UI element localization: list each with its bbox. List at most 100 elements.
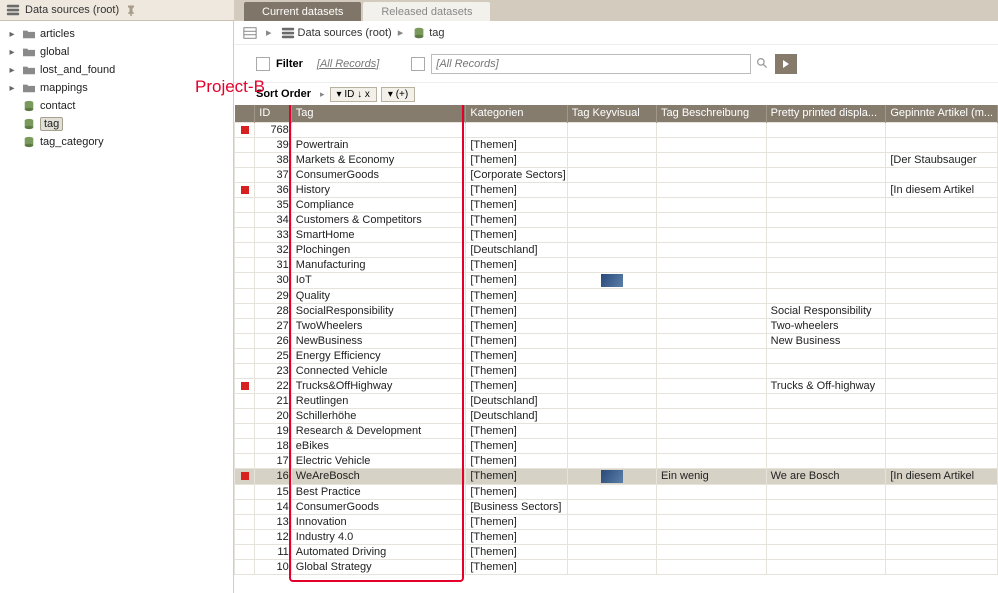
keyvisual-cell <box>567 559 656 574</box>
table-row[interactable]: 19Research & Development[Themen] <box>235 423 998 438</box>
table-row[interactable]: 38Markets & Economy[Themen][Der Staubsau… <box>235 152 998 167</box>
col-display[interactable]: Pretty printed displa... <box>766 105 886 122</box>
table-row[interactable]: 16WeAreBosch[Themen]Ein wenigWe are Bosc… <box>235 468 998 484</box>
tree-item-lost_and_found[interactable]: ▸lost_and_found <box>0 61 233 79</box>
display-cell <box>766 137 886 152</box>
tree-item-label: mappings <box>40 82 88 94</box>
expand-icon[interactable]: ▸ <box>6 65 18 76</box>
table-row[interactable]: 768 <box>235 122 998 137</box>
table-row[interactable]: 17Electric Vehicle[Themen] <box>235 453 998 468</box>
col-id[interactable]: ID <box>255 105 292 122</box>
keyvisual-cell <box>567 288 656 303</box>
id-cell: 39 <box>255 137 292 152</box>
table-row[interactable]: 14ConsumerGoods[Business Sectors] <box>235 499 998 514</box>
table-row[interactable]: 32Plochingen[Deutschland] <box>235 242 998 257</box>
table-row[interactable]: 23Connected Vehicle[Themen] <box>235 363 998 378</box>
search-go-button[interactable] <box>775 54 797 74</box>
table-row[interactable]: 18eBikes[Themen] <box>235 438 998 453</box>
table-row[interactable]: 11Automated Driving[Themen] <box>235 544 998 559</box>
tag-cell: Automated Driving <box>291 544 466 559</box>
table-row[interactable]: 27TwoWheelers[Themen]Two-wheelers <box>235 318 998 333</box>
col-beschreibung[interactable]: Tag Beschreibung <box>657 105 767 122</box>
id-cell: 16 <box>255 468 292 484</box>
tab-current-datasets[interactable]: Current datasets <box>244 2 361 21</box>
display-cell <box>766 499 886 514</box>
kategorien-cell: [Themen] <box>466 288 567 303</box>
table-row[interactable]: 21Reutlingen[Deutschland] <box>235 393 998 408</box>
table-row[interactable]: 10Global Strategy[Themen] <box>235 559 998 574</box>
tree-item-articles[interactable]: ▸ articles <box>0 25 233 43</box>
pinned-cell <box>886 348 998 363</box>
col-pinned[interactable]: Gepinnte Artikel (m... <box>886 105 998 122</box>
display-cell: Two-wheelers <box>766 318 886 333</box>
sort-add-button[interactable]: ▾ (+) <box>381 87 415 102</box>
display-cell <box>766 212 886 227</box>
kategorien-cell: [Themen] <box>466 272 567 288</box>
tree-item-global[interactable]: ▸global <box>0 43 233 61</box>
keyvisual-cell <box>567 363 656 378</box>
table-row[interactable]: 31Manufacturing[Themen] <box>235 257 998 272</box>
expand-icon[interactable]: ▸ <box>6 83 18 94</box>
table-row[interactable]: 26NewBusiness[Themen]New Business <box>235 333 998 348</box>
table-row[interactable]: 34Customers & Competitors[Themen] <box>235 212 998 227</box>
pinned-cell <box>886 378 998 393</box>
tag-cell: TwoWheelers <box>291 318 466 333</box>
search-checkbox[interactable] <box>411 57 425 71</box>
col-keyvisual[interactable]: Tag Keyvisual <box>567 105 656 122</box>
filter-all-records-link[interactable]: [All Records] <box>317 58 379 70</box>
keyvisual-cell <box>567 423 656 438</box>
pinned-cell <box>886 167 998 182</box>
table-row[interactable]: 22Trucks&OffHighway[Themen]Trucks & Off-… <box>235 378 998 393</box>
kategorien-cell: [Themen] <box>466 468 567 484</box>
col-kategorien[interactable]: Kategorien <box>466 105 567 122</box>
table-row[interactable]: 37ConsumerGoods[Corporate Sectors] <box>235 167 998 182</box>
tag-cell: WeAreBosch <box>291 468 466 484</box>
filter-checkbox[interactable] <box>256 57 270 71</box>
sort-chip-id[interactable]: ▾ ID ↓ x <box>330 87 377 102</box>
marker-cell <box>235 257 255 272</box>
tab-released-datasets[interactable]: Released datasets <box>363 2 490 21</box>
table-row[interactable]: 36History[Themen][In diesem Artikel <box>235 182 998 197</box>
display-cell <box>766 363 886 378</box>
table-row[interactable]: 28SocialResponsibility[Themen]Social Res… <box>235 303 998 318</box>
tree-item-label: articles <box>40 28 75 40</box>
tree-item-tag[interactable]: tag <box>0 115 233 133</box>
kategorien-cell: [Themen] <box>466 544 567 559</box>
tree-item-tag_category[interactable]: tag_category <box>0 133 233 151</box>
table-row[interactable]: 20Schillerhöhe[Deutschland] <box>235 408 998 423</box>
data-grid[interactable]: ID Tag Kategorien Tag Keyvisual Tag Besc… <box>234 105 998 593</box>
display-cell: Social Responsibility <box>766 303 886 318</box>
table-row[interactable]: 35Compliance[Themen] <box>235 197 998 212</box>
search-input[interactable] <box>431 54 751 74</box>
col-tag[interactable]: Tag <box>291 105 466 122</box>
pin-icon[interactable] <box>125 4 137 16</box>
expand-icon[interactable]: ▸ <box>6 29 18 40</box>
tag-cell: Customers & Competitors <box>291 212 466 227</box>
expand-icon[interactable]: ▸ <box>6 47 18 58</box>
table-row[interactable]: 39Powertrain[Themen] <box>235 137 998 152</box>
sidebar-title: Data sources (root) <box>25 4 119 16</box>
id-cell: 34 <box>255 212 292 227</box>
table-row[interactable]: 12Industry 4.0[Themen] <box>235 529 998 544</box>
desc-cell <box>657 257 767 272</box>
table-row[interactable]: 13Innovation[Themen] <box>235 514 998 529</box>
marker-cell <box>235 212 255 227</box>
id-cell: 17 <box>255 453 292 468</box>
marker-cell <box>235 137 255 152</box>
display-cell <box>766 348 886 363</box>
table-row[interactable]: 15Best Practice[Themen] <box>235 484 998 499</box>
col-marker[interactable] <box>235 105 255 122</box>
tree-item-mappings[interactable]: ▸ mappings <box>0 79 233 97</box>
marker-cell <box>235 152 255 167</box>
breadcrumb-leaf[interactable]: tag <box>429 27 444 39</box>
breadcrumb-root[interactable]: Data sources (root) <box>298 27 392 39</box>
table-row[interactable]: 33SmartHome[Themen] <box>235 227 998 242</box>
database-small-icon <box>412 26 426 40</box>
desc-cell <box>657 348 767 363</box>
keyvisual-cell <box>567 484 656 499</box>
table-row[interactable]: 30IoT[Themen] <box>235 272 998 288</box>
table-row[interactable]: 29Quality[Themen] <box>235 288 998 303</box>
table-row[interactable]: 25Energy Efficiency[Themen] <box>235 348 998 363</box>
tree-item-contact[interactable]: contact <box>0 97 233 115</box>
database-icon <box>22 136 36 148</box>
